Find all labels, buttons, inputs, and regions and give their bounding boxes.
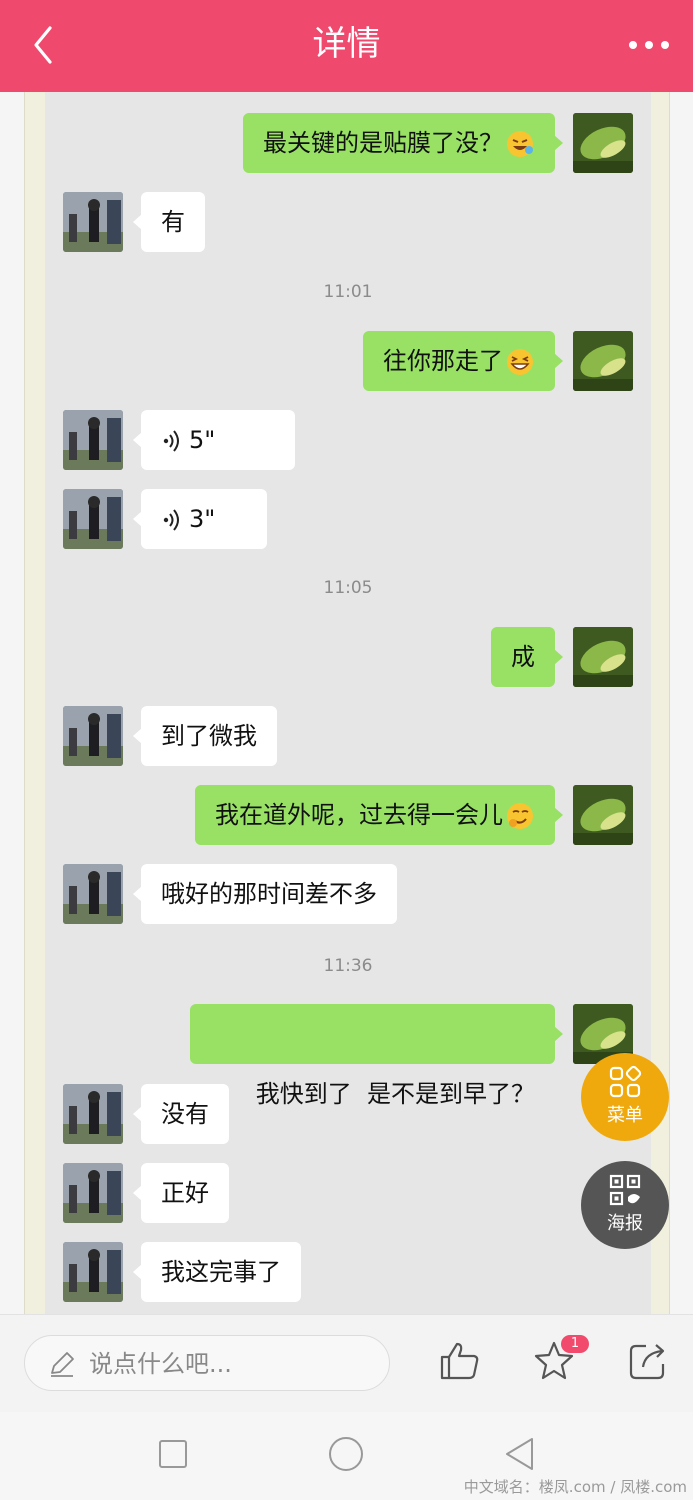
comment-placeholder: 说点什么吧... — [89, 1350, 232, 1378]
poster-fab-label: 海报 — [607, 1213, 643, 1234]
timestamp: 11:36 — [323, 956, 373, 976]
menu-fab-label: 菜单 — [607, 1105, 643, 1126]
poster-fab-button[interactable]: 海报 — [581, 1161, 669, 1249]
message-text: 成 — [511, 643, 535, 671]
avatar-contact — [63, 864, 123, 924]
chat-bubble-contact: 正好 — [133, 1163, 229, 1223]
message-text: 我快到了 是不是到早了？ — [255, 1080, 535, 1108]
avatar-contact — [63, 1163, 123, 1223]
top-app-bar: 详情 — [0, 0, 693, 92]
more-button[interactable] — [627, 30, 671, 60]
home-button[interactable] — [326, 1434, 366, 1474]
voice-wave-icon — [161, 429, 183, 453]
voice-wave-icon — [161, 508, 183, 532]
grin-emoji-icon — [505, 347, 535, 377]
timestamp: 11:01 — [323, 282, 373, 302]
message-text: 我在道外呢，过去得一会儿 — [215, 801, 503, 829]
grid-menu-icon — [608, 1065, 642, 1099]
comment-action-bar: 说点什么吧... 1 — [0, 1314, 693, 1412]
message-text: 到了微我 — [161, 722, 257, 750]
qr-code-icon — [608, 1173, 642, 1207]
voice-message-bubble[interactable]: 3" — [133, 489, 267, 549]
share-icon — [629, 1344, 665, 1380]
square-icon — [159, 1440, 187, 1468]
recent-apps-button[interactable] — [153, 1434, 193, 1474]
chat-bubble-self: 往你那走了 — [363, 331, 563, 391]
chat-bubble-self: 我快到了 是不是到早了？ — [189, 1004, 564, 1108]
system-navigation-bar: 中文域名：楼凤.com / 凤楼.com — [0, 1412, 693, 1500]
like-button[interactable] — [438, 1339, 482, 1383]
message-text: 我这完事了 — [161, 1258, 281, 1286]
chat-bubble-contact: 没有 — [133, 1084, 229, 1144]
chat-bubble-contact: 我这完事了 — [133, 1242, 301, 1302]
site-watermark: 中文域名：楼凤.com / 凤楼.com — [463, 1478, 687, 1496]
page-title: 详情 — [312, 24, 381, 64]
message-text: 有 — [161, 208, 185, 236]
message-text: 没有 — [161, 1100, 209, 1128]
favorite-count-badge: 1 — [561, 1335, 589, 1353]
avatar-contact — [63, 192, 123, 252]
more-dots-icon — [629, 41, 669, 49]
message-text: 哦好的那时间差不多 — [161, 880, 377, 908]
menu-fab-button[interactable]: 菜单 — [581, 1053, 669, 1141]
voice-duration: 5" — [189, 426, 216, 454]
avatar-contact — [63, 706, 123, 766]
circle-icon — [329, 1437, 363, 1471]
chat-bubble-self: 成 — [491, 627, 563, 687]
avatar-contact — [63, 489, 123, 549]
pen-icon — [47, 1349, 77, 1379]
triangle-back-icon — [506, 1438, 533, 1470]
thumbs-up-icon — [440, 1342, 479, 1380]
voice-message-bubble[interactable]: 5" — [133, 410, 295, 470]
chat-bubble-contact: 哦好的那时间差不多 — [133, 864, 397, 924]
avatar-contact — [63, 1084, 123, 1144]
chat-bubble-self: 最关键的是贴膜了没？ — [243, 113, 563, 173]
avatar-contact — [63, 410, 123, 470]
chat-screenshot: 最关键的是贴膜了没？ 有 11:01 往你那走了 5" 3" 11:05 成 到… — [45, 92, 651, 1314]
article-image-frame: 最关键的是贴膜了没？ 有 11:01 往你那走了 5" 3" 11:05 成 到… — [24, 92, 670, 1314]
chat-bubble-contact: 有 — [133, 192, 205, 252]
avatar-contact — [63, 1242, 123, 1302]
message-text: 正好 — [161, 1179, 209, 1207]
timestamp: 11:05 — [323, 578, 373, 598]
avatar-self — [573, 113, 633, 173]
message-text: 往你那走了 — [383, 347, 503, 375]
rolling-laugh-emoji-icon — [505, 129, 535, 159]
smirk-emoji-icon — [505, 801, 535, 831]
share-button[interactable] — [626, 1339, 670, 1383]
message-text: 最关键的是贴膜了没？ — [263, 129, 503, 157]
voice-duration: 3" — [189, 505, 216, 533]
comment-input[interactable]: 说点什么吧... — [24, 1335, 390, 1391]
chat-bubble-self: 我在道外呢，过去得一会儿 — [195, 785, 563, 845]
avatar-self — [573, 785, 633, 845]
system-back-button[interactable] — [500, 1434, 540, 1474]
avatar-self — [573, 627, 633, 687]
chat-bubble-contact: 到了微我 — [133, 706, 277, 766]
avatar-self — [573, 331, 633, 391]
